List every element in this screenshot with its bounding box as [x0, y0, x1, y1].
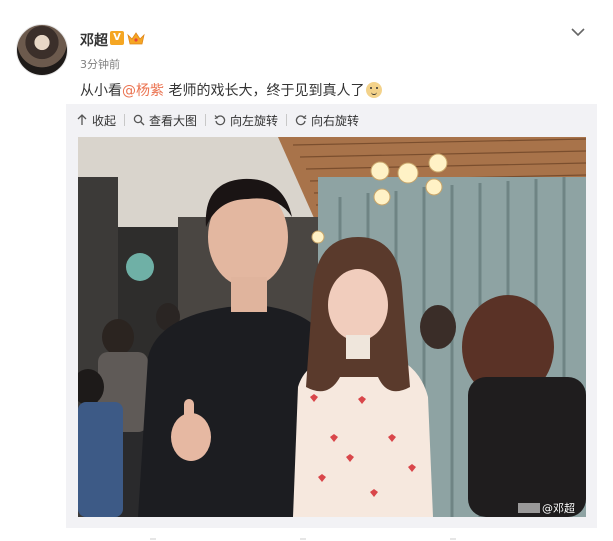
doge-icon — [366, 82, 383, 98]
author-name[interactable]: 邓超 — [80, 30, 108, 50]
watermark-text: @邓超 — [542, 502, 575, 515]
post-text-prefix: 从小看 — [80, 83, 122, 99]
avatar[interactable] — [16, 24, 68, 76]
rotate-left-icon — [214, 115, 226, 126]
post-text-body: 老师的戏长大，终于见到真人了 — [164, 83, 365, 99]
photo-watermark: @邓超 — [518, 500, 575, 516]
media-toolbar: 收起 查看大图 向左旋转 向右旋转 — [76, 112, 359, 128]
photo-illustration — [78, 137, 586, 517]
post-text: 从小看@杨紫 老师的戏长大，终于见到真人了 — [80, 80, 383, 100]
arrow-up-icon — [77, 114, 87, 125]
rotate-left-label: 向左旋转 — [230, 113, 279, 128]
rotate-right-icon — [295, 115, 307, 126]
magnifier-icon — [133, 114, 145, 126]
weibo-post-card: 邓超 V 3分钟前 从小看@杨紫 老师的戏长大，终于见到真人了 收起 查看大图 — [0, 0, 613, 541]
view-large-button[interactable]: 查看大图 — [133, 112, 197, 129]
crown-icon[interactable] — [127, 31, 145, 45]
toolbar-divider — [124, 114, 126, 126]
footer-divider — [150, 538, 456, 540]
post-timestamp[interactable]: 3分钟前 — [80, 56, 120, 72]
weibo-logo-icon — [518, 503, 540, 513]
chevron-down-icon[interactable] — [570, 26, 586, 38]
rotate-right-label: 向右旋转 — [311, 113, 360, 128]
collapse-label: 收起 — [92, 113, 117, 128]
rotate-right-button[interactable]: 向右旋转 — [295, 112, 359, 129]
post-photo[interactable] — [78, 137, 586, 517]
vip-badge[interactable]: V — [110, 31, 124, 45]
rotate-left-button[interactable]: 向左旋转 — [214, 112, 278, 129]
mention-link[interactable]: @杨紫 — [122, 83, 164, 99]
toolbar-divider — [286, 114, 288, 126]
view-large-label: 查看大图 — [149, 113, 198, 128]
collapse-button[interactable]: 收起 — [76, 112, 116, 129]
toolbar-divider — [205, 114, 207, 126]
